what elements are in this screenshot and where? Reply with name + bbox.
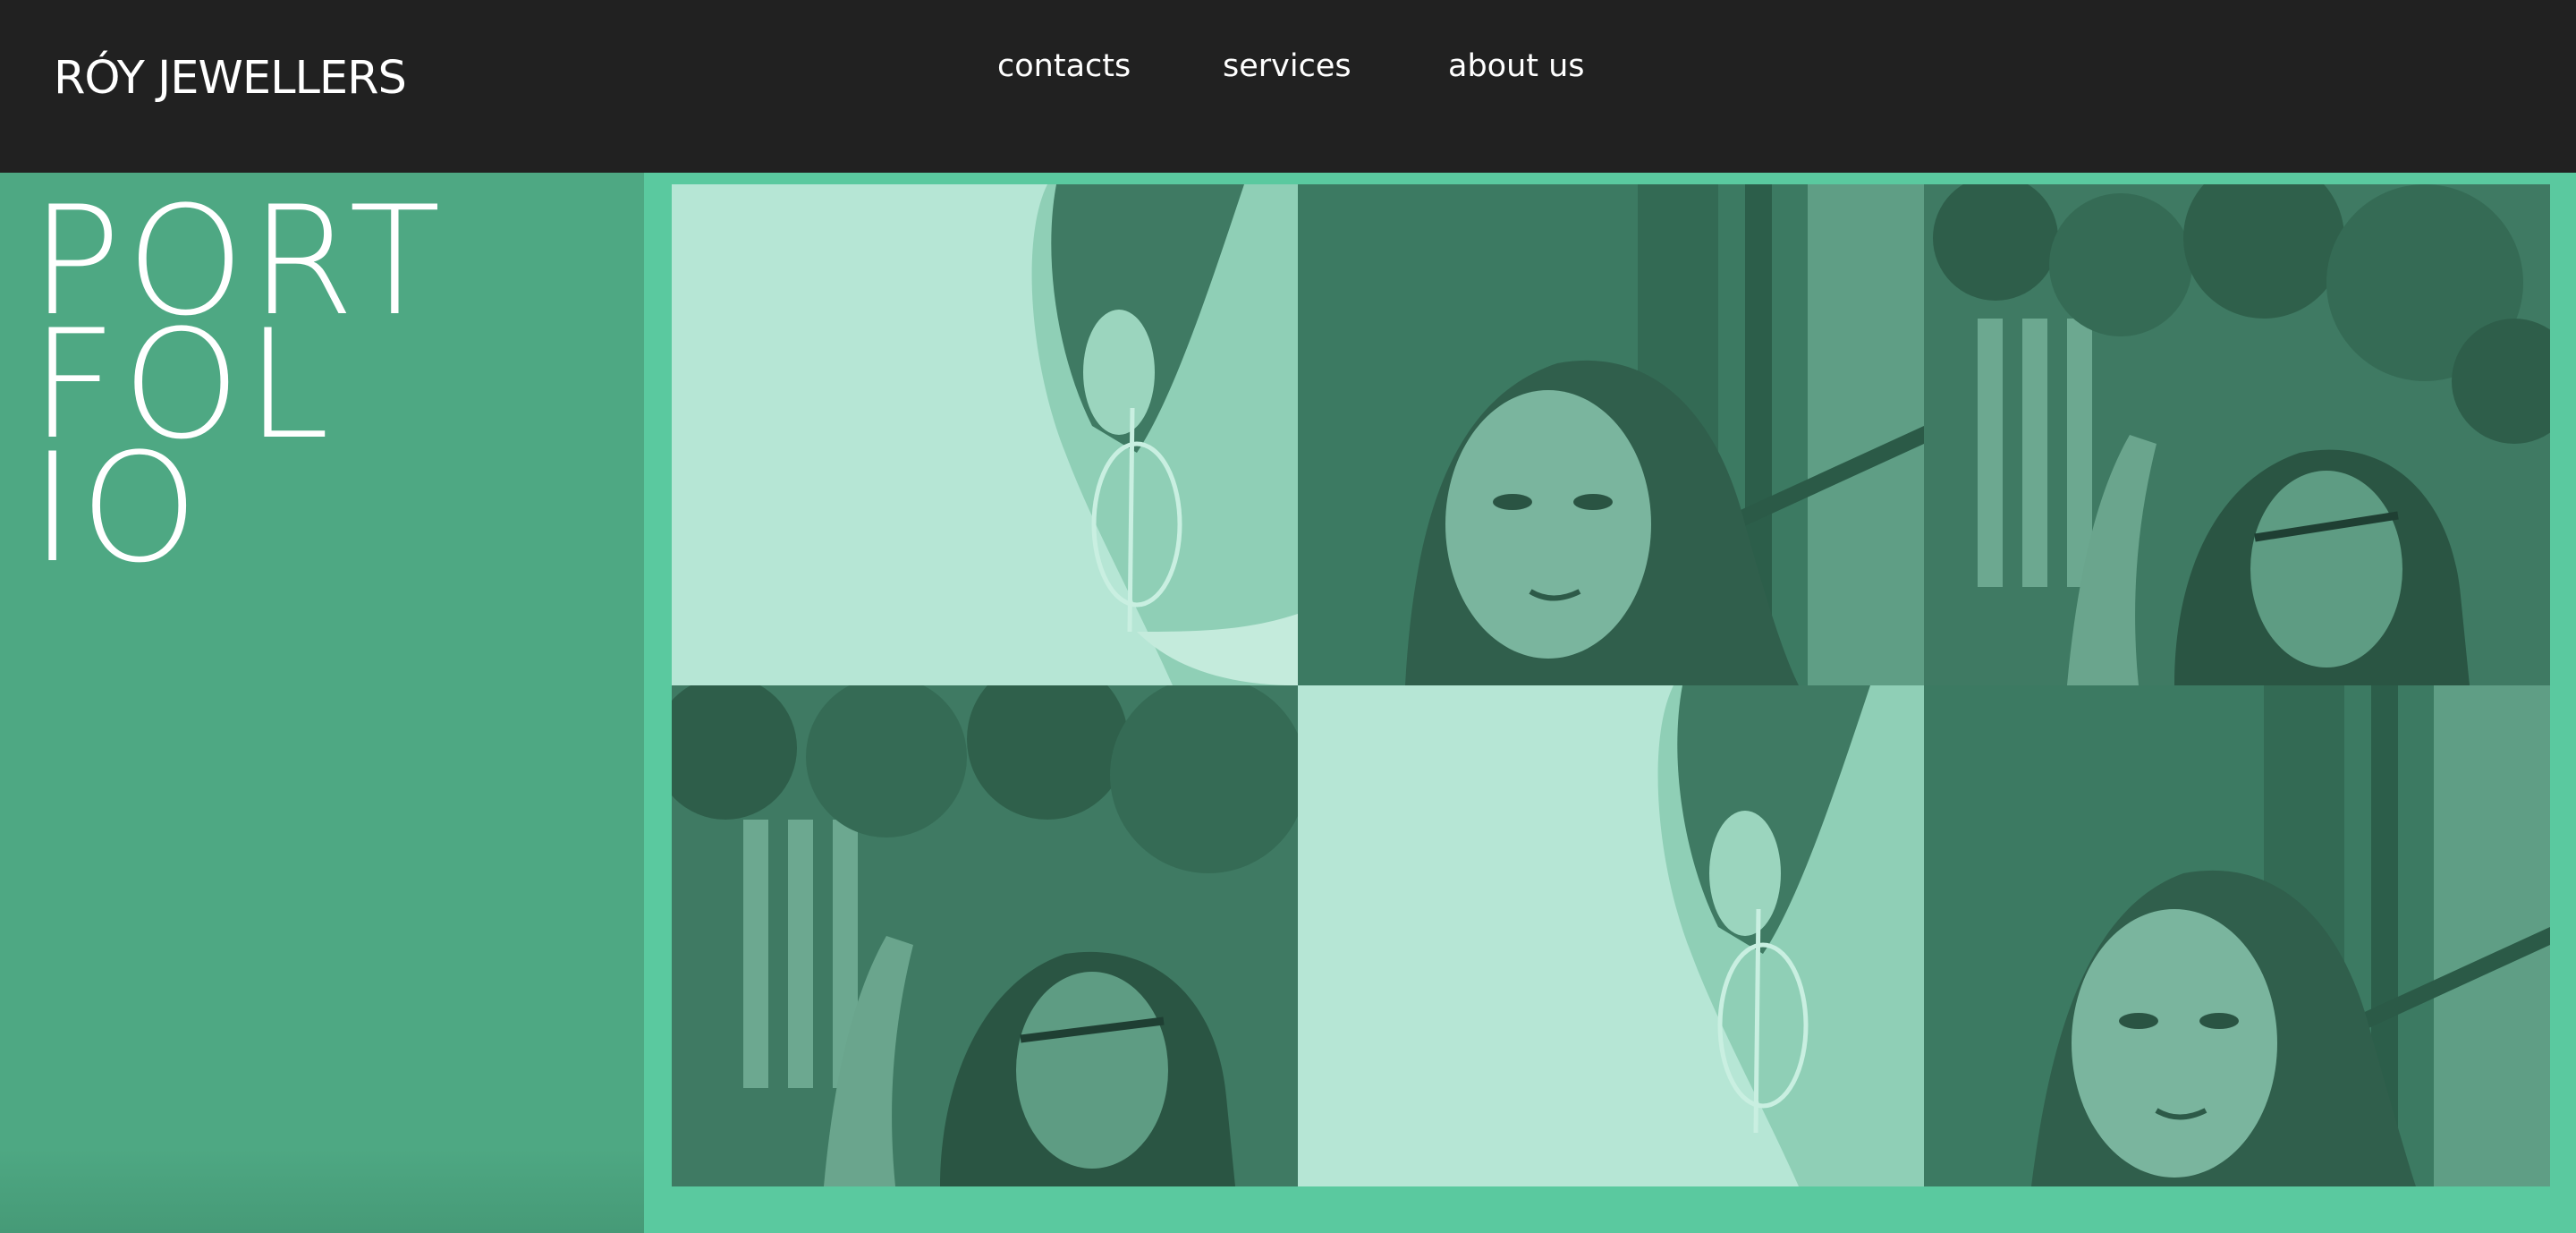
gallery-tile-earring[interactable] bbox=[1298, 685, 1924, 1186]
nav-services-link[interactable]: services bbox=[1223, 48, 1352, 84]
leaves-photo-image bbox=[672, 685, 1298, 1186]
nav-contacts-link[interactable]: contacts bbox=[997, 48, 1131, 84]
gallery-tile-portrait[interactable] bbox=[1924, 685, 2550, 1186]
leaves-photo-image bbox=[1924, 184, 2550, 685]
gallery-tile-earring[interactable] bbox=[672, 184, 1298, 685]
earring-photo-image bbox=[672, 184, 1298, 685]
earring-photo-image bbox=[1298, 685, 1924, 1186]
portfolio-title: PORT FOL IO bbox=[30, 186, 446, 583]
gallery-tile-portrait[interactable] bbox=[1298, 184, 1924, 685]
portfolio-sidebar: PORT FOL IO bbox=[0, 173, 644, 1233]
nav-about-link[interactable]: about us bbox=[1448, 48, 1585, 84]
portfolio-gallery bbox=[672, 184, 2550, 1186]
brand-logo[interactable]: RÓY JEWELLERS bbox=[54, 52, 407, 105]
portrait-photo-image bbox=[1298, 184, 1924, 685]
top-header: RÓY JEWELLERS contacts services about us bbox=[0, 0, 2576, 173]
gallery-tile-leaves[interactable] bbox=[672, 685, 1298, 1186]
portrait-photo-image bbox=[1924, 685, 2550, 1186]
gallery-tile-leaves[interactable] bbox=[1924, 184, 2550, 685]
